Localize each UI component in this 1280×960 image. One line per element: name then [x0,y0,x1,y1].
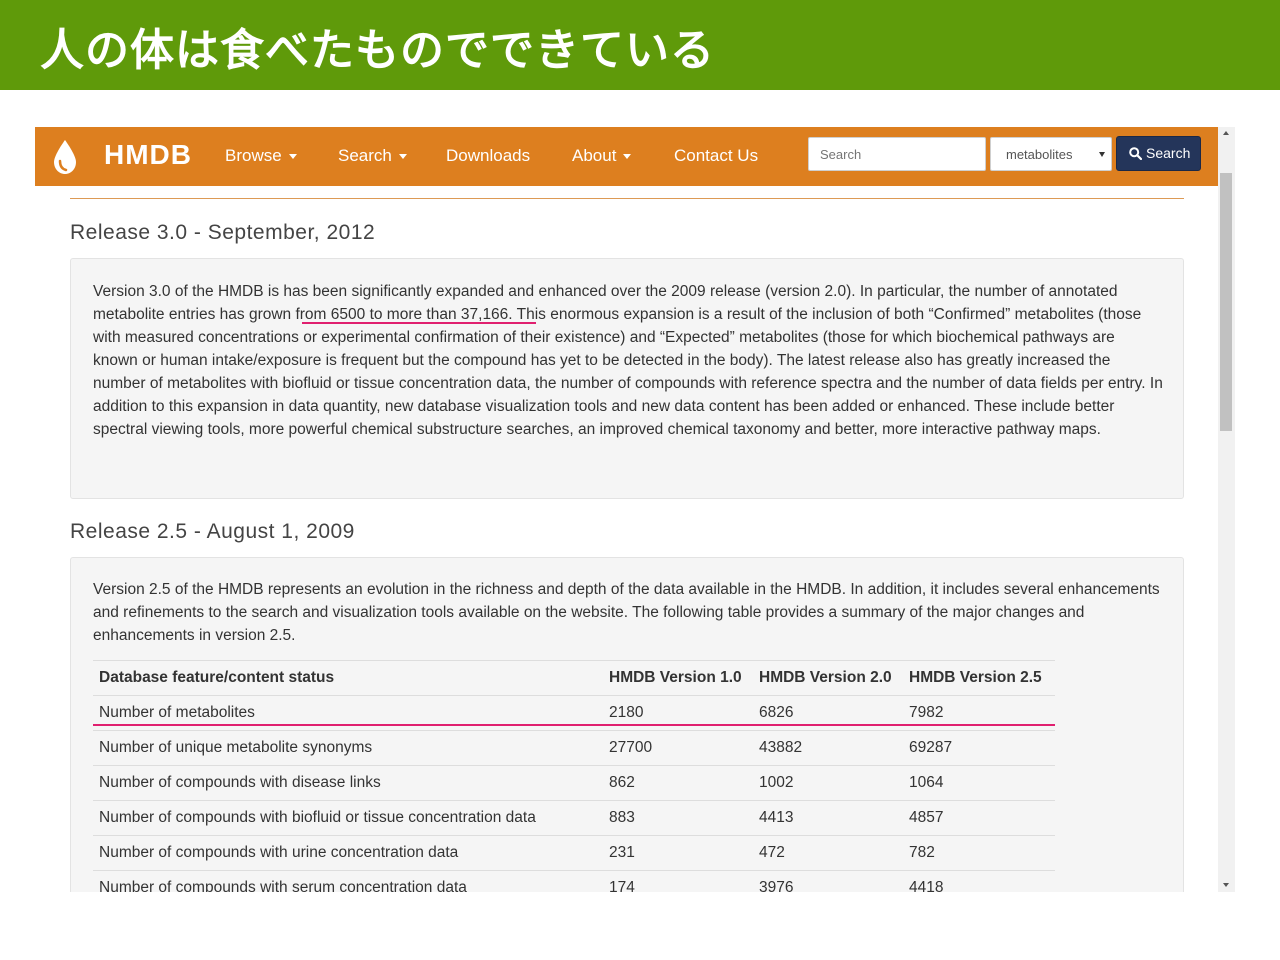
release-25-heading: Release 2.5 - August 1, 2009 [70,520,355,543]
table-cell: Number of compounds with biofluid or tis… [93,800,603,836]
table-row: Number of compounds with biofluid or tis… [93,800,1055,836]
nav-browse-label: Browse [225,146,282,165]
nav-browse[interactable]: Browse [225,146,297,166]
table-header-row: Database feature/content status HMDB Ver… [93,660,1055,696]
select-arrow-icon [1099,152,1105,157]
table-cell: 43882 [753,730,903,766]
chevron-down-icon [398,154,407,160]
table-row: Number of unique metabolite synonyms 277… [93,730,1055,766]
search-type-value: metabolites [1006,147,1073,162]
scrollbar-thumb[interactable] [1220,173,1232,431]
hmdb-logo[interactable]: HMDB [52,137,212,177]
table-cell: 883 [603,800,753,836]
highlight-underline [302,322,536,324]
search-button-label: Search [1146,145,1191,161]
vertical-scrollbar[interactable] [1218,127,1235,892]
table-cell: 1002 [753,765,903,801]
brand-name: HMDB [104,139,192,170]
table-row: Number of compounds with disease links 8… [93,765,1055,801]
section-divider [70,198,1184,199]
row-highlight-underline [93,724,1055,726]
table-cell: 4418 [903,870,1055,892]
search-icon [1129,147,1143,161]
nav-downloads-label: Downloads [446,146,531,165]
release-3-heading: Release 3.0 - September, 2012 [70,221,376,244]
table-row: Number of compounds with urine concentra… [93,835,1055,871]
table-cell: 174 [603,870,753,892]
release-3-well: Version 3.0 of the HMDB is has been sign… [70,258,1184,499]
table-cell: 862 [603,765,753,801]
release-3-highlight: from 6500 to more than 37,166. [295,306,513,323]
release-25-text: Version 2.5 of the HMDB represents an ev… [93,581,1160,644]
table-header: HMDB Version 1.0 [603,660,753,696]
table-cell: 69287 [903,730,1055,766]
table-header: HMDB Version 2.5 [903,660,1055,696]
table-header: Database feature/content status [93,660,603,696]
table-cell: Number of compounds with disease links [93,765,603,801]
table-cell: 231 [603,835,753,871]
table-cell: 3976 [753,870,903,892]
table-cell: 472 [753,835,903,871]
release-3-text-after: This enormous expansion is a result of t… [93,306,1163,438]
table-cell: Number of compounds with urine concentra… [93,835,603,871]
scroll-up-arrow-icon[interactable] [1223,131,1229,135]
release-25-well: Version 2.5 of the HMDB represents an ev… [70,557,1184,892]
table-cell: Number of unique metabolite synonyms [93,730,603,766]
nav-downloads[interactable]: Downloads [446,146,530,166]
table-row: Number of compounds with serum concentra… [93,870,1055,892]
release-3-text: Version 3.0 of the HMDB is has been sign… [93,280,1163,441]
table-header: HMDB Version 2.0 [753,660,903,696]
chevron-down-icon [623,154,632,160]
navbar: HMDB Browse Search Downloads About Conta… [35,127,1218,186]
search-input[interactable] [808,137,986,171]
slide-header: 人の体は食べたものでできている [0,0,1280,90]
slide-title: 人の体は食べたものでできている [40,25,715,76]
search-type-select[interactable]: metabolites [990,137,1112,171]
table-cell: 4857 [903,800,1055,836]
table-cell: 4413 [753,800,903,836]
table-cell: 27700 [603,730,753,766]
scroll-down-arrow-icon[interactable] [1223,883,1229,887]
nav-about-label: About [572,146,617,165]
droplet-icon [54,140,76,174]
nav-contact[interactable]: Contact Us [674,146,758,166]
nav-search[interactable]: Search [338,146,407,166]
table-cell: Number of compounds with serum concentra… [93,870,603,892]
table-cell: 1064 [903,765,1055,801]
nav-search-label: Search [338,146,392,165]
table-cell: 782 [903,835,1055,871]
search-button[interactable]: Search [1116,136,1201,171]
feature-table: Database feature/content status HMDB Ver… [93,660,1055,892]
nav-about[interactable]: About [572,146,632,166]
browser-viewport: HMDB Browse Search Downloads About Conta… [35,127,1235,892]
chevron-down-icon [288,154,297,160]
nav-contact-label: Contact Us [674,146,759,165]
